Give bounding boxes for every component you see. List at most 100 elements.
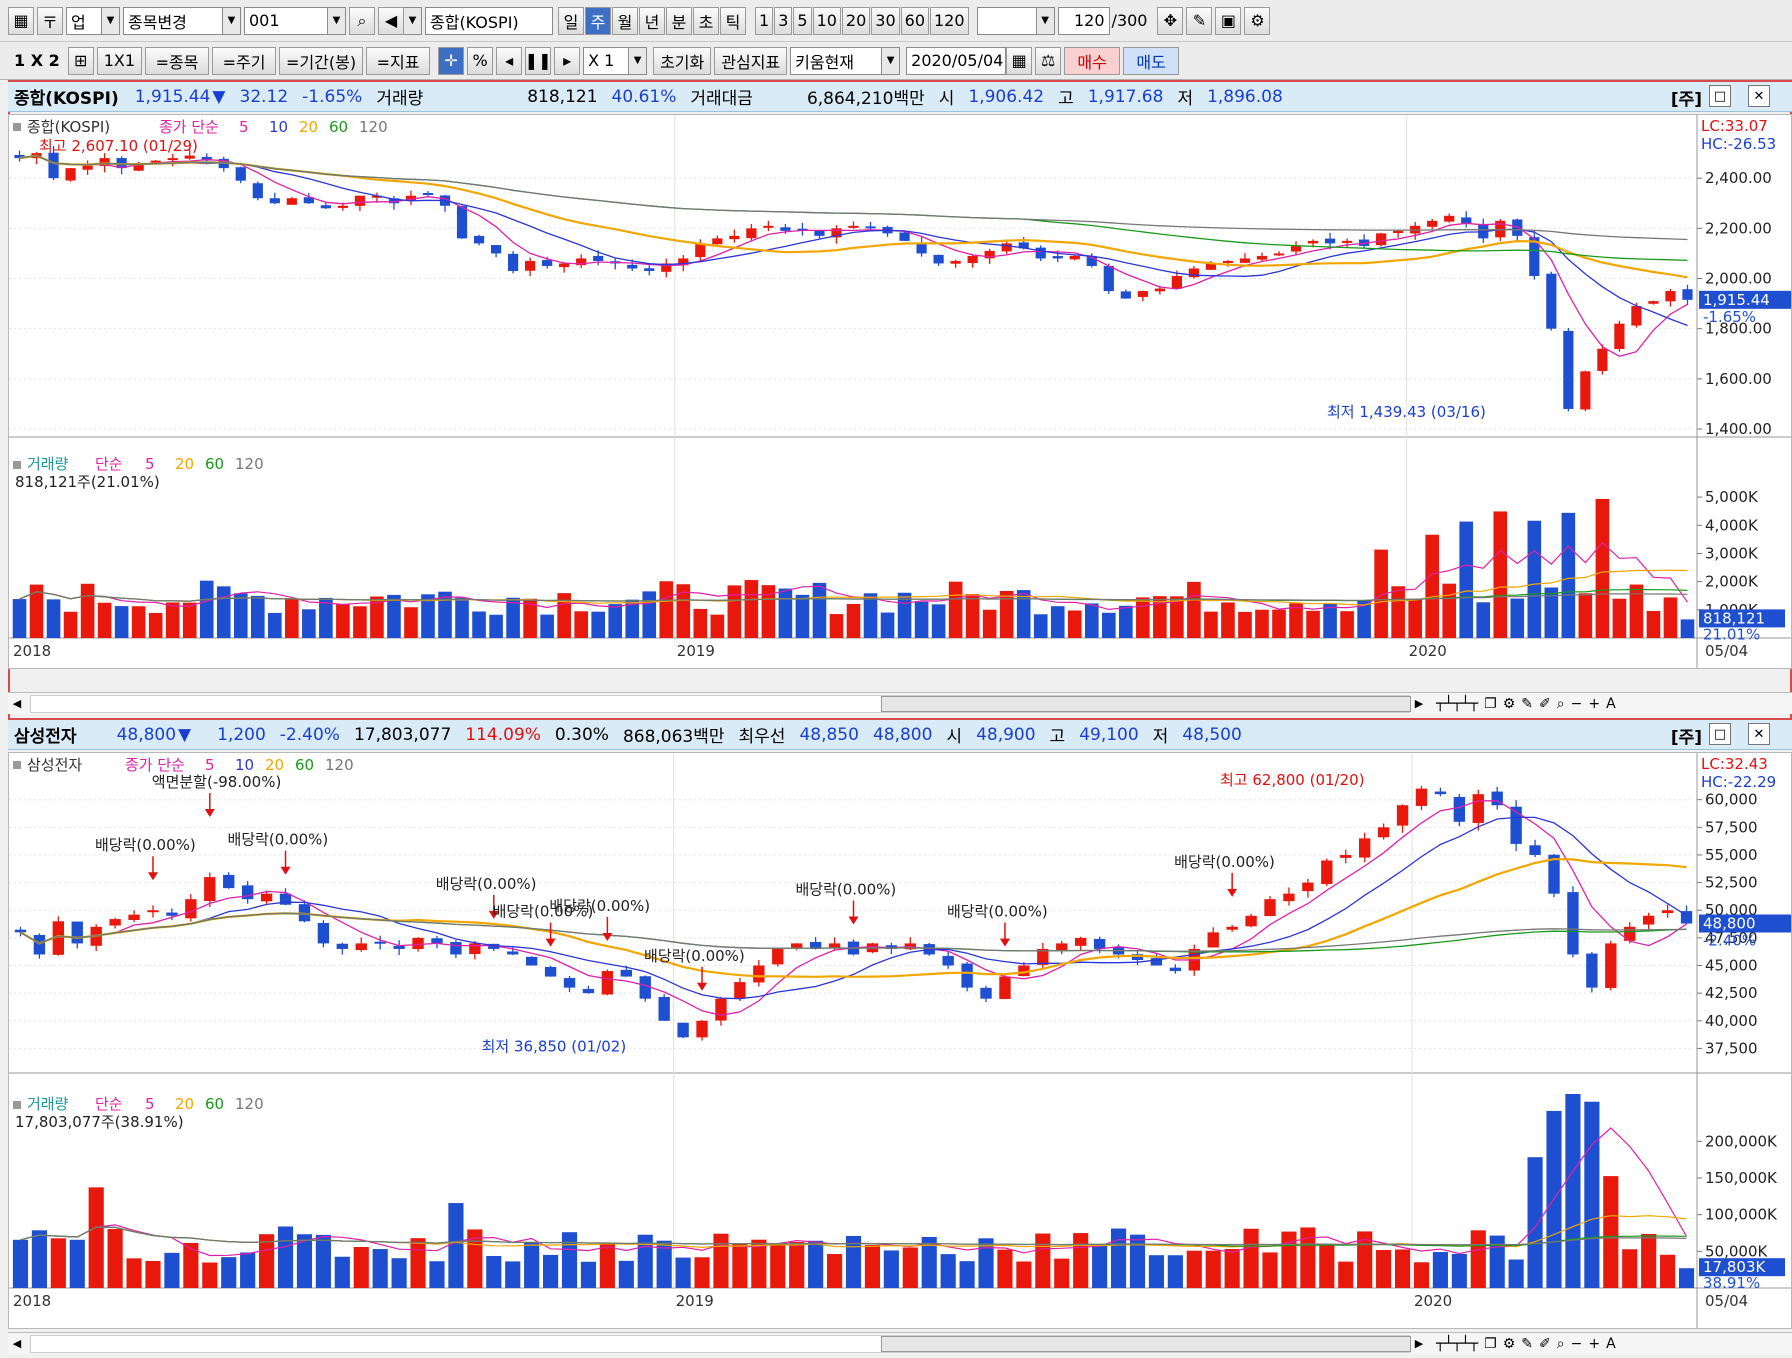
interest-indicator-button[interactable]: 관심지표 <box>714 46 788 75</box>
paint-icon[interactable]: ✐ <box>1539 696 1551 712</box>
period-tab[interactable]: 틱 <box>720 6 746 35</box>
chart-scrollbar[interactable]: ◀ ▶ ┬┴┬┴┬ ❐ ⚙ ✎ ✐ ⌕ − + A <box>8 1332 1792 1354</box>
settings-icon[interactable]: ⚙ <box>1503 696 1516 712</box>
stock-type-label[interactable]: [주] <box>1671 723 1702 748</box>
percent-button[interactable]: % <box>467 46 494 75</box>
zoom-in-icon[interactable]: + <box>1588 696 1600 712</box>
copy-icon[interactable]: ❐ <box>1484 696 1497 712</box>
maximize-icon[interactable]: □ <box>1709 85 1731 107</box>
search-icon[interactable]: ⌕ <box>1557 1336 1565 1352</box>
scroll-track[interactable] <box>30 1334 1411 1353</box>
minute-tab[interactable]: 60 <box>900 6 929 35</box>
candle <box>772 948 784 965</box>
maximize-icon[interactable]: □ <box>1709 723 1731 745</box>
kospi-chart-svg[interactable]: 2,400.002,200.002,000.001,800.001,600.00… <box>9 115 1791 668</box>
chevron-down-icon[interactable]: ▼ <box>404 6 422 35</box>
kiwoom-select[interactable]: 키움현재 <box>790 46 883 75</box>
chevron-down-icon[interactable]: ▼ <box>328 6 346 35</box>
layout-label[interactable]: 1 X 2 <box>14 51 60 70</box>
minute-tab[interactable]: 1 <box>755 6 774 35</box>
sync-period-button[interactable]: =주기 <box>212 46 277 75</box>
draw-icon[interactable]: ✎ <box>1521 696 1533 712</box>
reset-button[interactable]: 초기화 <box>653 46 712 75</box>
scroll-right-icon[interactable]: ▶ <box>1410 695 1428 713</box>
chevron-down-icon[interactable]: ▼ <box>223 6 241 35</box>
chart-scrollbar[interactable]: ◀ ▶ ┬┴┬┴┬ ❐ ⚙ ✎ ✐ ⌕ − + A <box>8 692 1792 714</box>
grid-icon[interactable]: ⊞ <box>67 46 94 75</box>
minute-tab[interactable]: 30 <box>871 6 900 35</box>
scroll-right-icon[interactable]: ▶ <box>1410 1335 1428 1353</box>
paint-icon[interactable]: ✐ <box>1539 1336 1551 1352</box>
text-icon[interactable]: A <box>1606 696 1616 712</box>
volume-bar <box>1016 590 1031 638</box>
layout-1x1-button[interactable]: 1X1 <box>96 46 143 75</box>
search-icon[interactable]: ⌕ <box>349 6 375 35</box>
scroll-left-icon[interactable]: ◀ <box>8 695 26 713</box>
text-icon[interactable]: A <box>1606 1336 1616 1352</box>
scroll-track[interactable] <box>30 694 1411 713</box>
zoom-out-icon[interactable]: − <box>1571 1336 1583 1352</box>
settings-icon[interactable]: ⚙ <box>1503 1336 1516 1352</box>
save-icon[interactable]: ▣ <box>1215 6 1242 35</box>
period-tab[interactable]: 년 <box>639 6 665 35</box>
minute-tab[interactable]: 120 <box>930 6 969 35</box>
change-symbol-select[interactable]: 종목변경 <box>123 6 223 35</box>
range-slider-icon[interactable]: ┬┴┬┴┬ <box>1436 1336 1478 1352</box>
scroll-thumb[interactable] <box>881 695 1411 712</box>
next-icon[interactable]: ▸ <box>554 46 581 75</box>
period-tab[interactable]: 일 <box>558 6 584 35</box>
chevron-down-icon[interactable]: ▼ <box>629 46 648 75</box>
period-tab[interactable]: 주 <box>585 6 611 35</box>
chart-canvas-kospi[interactable]: 2,400.00 2,200.00 2,000.00 1,800.00 1,600.00… <box>8 114 1792 669</box>
samsung-chart-svg[interactable]: 60,00057,50055,00052,50050,00047,50045,0… <box>9 753 1791 1328</box>
pause-icon[interactable]: ❚❚ <box>525 46 551 75</box>
stock-type-label[interactable]: [주] <box>1671 85 1702 110</box>
period-tab[interactable]: 초 <box>693 6 719 35</box>
volume-bar <box>1101 612 1116 638</box>
minute-tab[interactable]: 10 <box>812 6 841 35</box>
code-input[interactable]: 001 <box>244 6 328 35</box>
candle <box>601 971 614 995</box>
prev-icon[interactable]: ◂ <box>496 46 523 75</box>
sync-symbol-button[interactable]: =종목 <box>145 46 210 75</box>
period-tab[interactable]: 월 <box>612 6 638 35</box>
buy-button[interactable]: 매수 <box>1064 46 1121 75</box>
range-slider-icon[interactable]: ┬┴┬┴┬ <box>1436 696 1478 712</box>
sync-indicator-button[interactable]: =지표 <box>366 46 431 75</box>
chart-canvas-samsung[interactable]: 60,000 57,500 55,000 52,500 50,000 47,500 45,0… <box>8 752 1792 1329</box>
close-icon[interactable]: ✕ <box>1748 85 1770 107</box>
crosshair-icon[interactable]: ✥ <box>1157 6 1184 35</box>
bar-count-input[interactable]: 120 <box>1057 6 1110 35</box>
candle <box>1245 915 1257 927</box>
chevron-down-icon[interactable]: ▼ <box>102 6 120 35</box>
search-icon[interactable]: ⌕ <box>1557 696 1565 712</box>
close-icon[interactable]: ✕ <box>1748 723 1770 745</box>
sell-button[interactable]: 매도 <box>1123 46 1180 75</box>
chevron-down-icon[interactable]: ▼ <box>1036 6 1055 35</box>
copy-icon[interactable]: ❐ <box>1484 1336 1497 1352</box>
minute-tab[interactable]: 3 <box>774 6 793 35</box>
gear-icon[interactable]: ⚙ <box>1244 6 1271 35</box>
minute-tab[interactable]: 5 <box>793 6 812 35</box>
pin-icon[interactable]: 〒 <box>37 6 63 35</box>
chevron-down-icon[interactable]: ▼ <box>882 46 901 75</box>
sync-range-button[interactable]: =기간(봉) <box>279 46 364 75</box>
scroll-left-icon[interactable]: ◀ <box>8 1335 26 1353</box>
order-icon[interactable]: ⚖ <box>1035 46 1062 75</box>
zoom-out-icon[interactable]: − <box>1571 696 1583 712</box>
minute-tab[interactable]: 20 <box>841 6 871 35</box>
market-select[interactable]: 업 <box>66 6 102 35</box>
move-icon[interactable]: ✛ <box>438 46 465 75</box>
calendar-icon[interactable]: ▦ <box>1006 46 1033 75</box>
zoom-select[interactable]: X 1 <box>583 46 630 75</box>
window-icon[interactable]: ▦ <box>8 6 34 35</box>
speaker-icon[interactable]: ◀ <box>378 6 404 35</box>
draw-tool-icon[interactable]: ✎ <box>1186 6 1213 35</box>
volume-bar <box>965 593 980 638</box>
draw-icon[interactable]: ✎ <box>1521 1336 1533 1352</box>
custom-period-input[interactable] <box>976 6 1037 35</box>
scroll-thumb[interactable] <box>881 1335 1411 1352</box>
date-input[interactable]: 2020/05/04 <box>906 46 1007 75</box>
zoom-in-icon[interactable]: + <box>1588 1336 1600 1352</box>
period-tab[interactable]: 분 <box>666 6 692 35</box>
